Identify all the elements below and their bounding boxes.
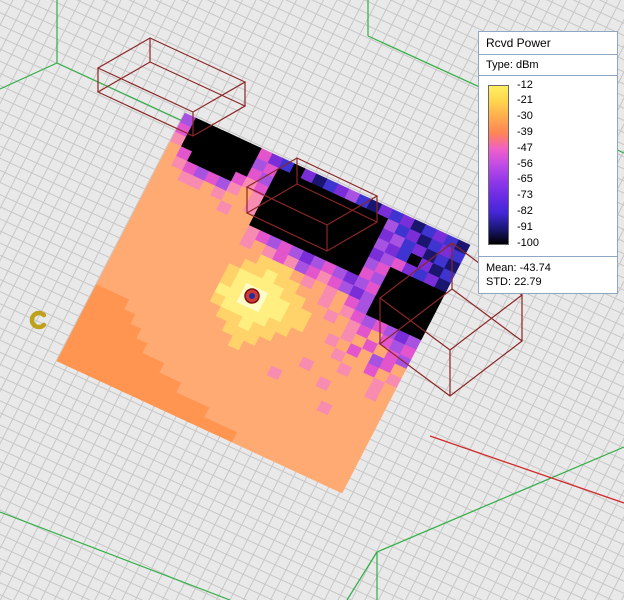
mean-value: Mean: -43.74 [486,262,551,274]
legend-panel: Rcvd Power Type: dBm -12 -21 -30 -39 -47 -56-… [478,31,618,294]
legend-type-label: Type: dBm [479,55,617,76]
legend-colorbar-section: -12 -21 -30 -39 -47 -56 -65 -73 -82 -91 -100 [479,76,617,257]
colorbar-gradient [488,85,509,245]
colorbar-tick: -73 [517,189,533,202]
colorbar-tick: -21 [517,94,533,107]
colorbar-tick: -56 [517,157,533,170]
transmitter-marker[interactable] [244,288,260,304]
colorbar-tick: -91 [517,220,533,233]
colorbar-tick: -12 [517,78,533,91]
legend-title: Rcvd Power [479,32,617,55]
colorbar-tick: -39 [517,125,533,138]
colorbar-tick: -65 [517,173,533,186]
colorbar-tick: -47 [517,141,533,154]
legend-stats: Mean: -43.74 STD: 22.79 [479,257,617,293]
colorbar-tick: -30 [517,110,533,123]
colorbar-ticks: -12 -21 -30 -39 -47 -56 -65 -73 -82 -91 -100 [517,79,561,248]
std-value: STD: 22.79 [486,276,542,288]
viewport[interactable]: Rcvd Power Type: dBm -12 -21 -30 -39 -47 -56-… [0,0,624,600]
colorbar-tick: -100 [517,236,540,249]
colorbar-tick: -82 [517,204,533,217]
